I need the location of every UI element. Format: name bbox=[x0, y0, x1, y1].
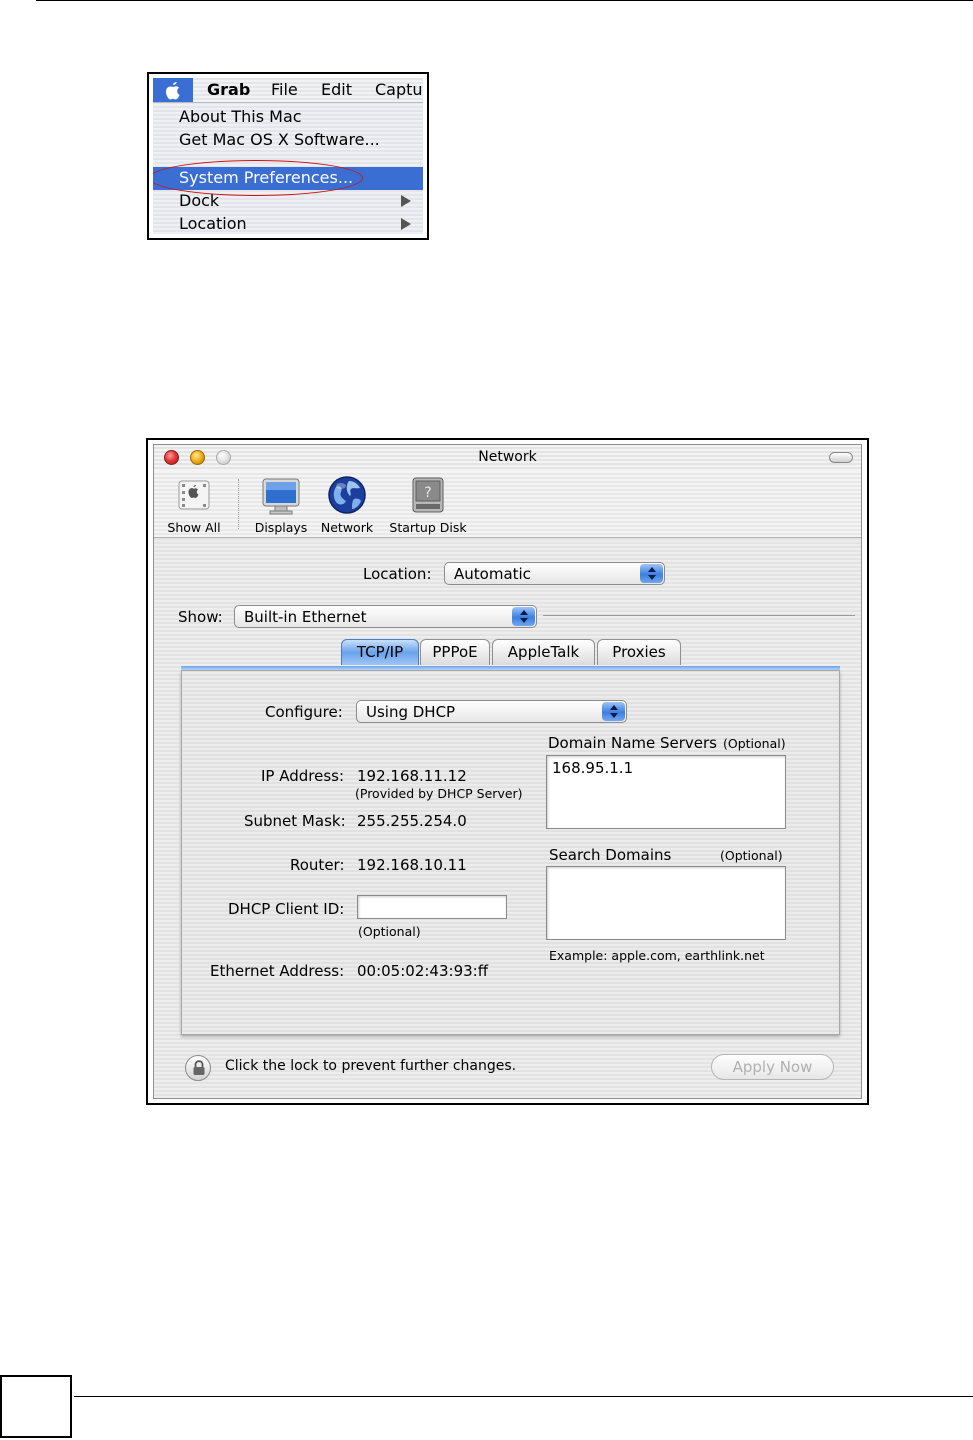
toolbar-label: Displays bbox=[254, 520, 308, 535]
toolbar: Show All Displays Network ? Startup Disk bbox=[154, 471, 861, 538]
toolbar-toggle-button[interactable] bbox=[829, 452, 853, 463]
lock-icon bbox=[193, 1060, 205, 1075]
tab-pppoe[interactable]: PPPoE bbox=[420, 639, 490, 665]
toolbar-startup-disk[interactable]: ? Startup Disk bbox=[386, 475, 470, 535]
displays-icon bbox=[260, 475, 302, 515]
window-title: Network bbox=[478, 449, 537, 465]
dhcp-client-id-label: DHCP Client ID: bbox=[228, 900, 345, 918]
search-domains-example: Example: apple.com, earthlink.net bbox=[549, 948, 765, 963]
router-value: 192.168.10.11 bbox=[357, 856, 467, 874]
ethernet-address-label: Ethernet Address: bbox=[210, 962, 345, 980]
ethernet-address-value: 00:05:02:43:93:ff bbox=[357, 962, 489, 980]
search-domains-field[interactable] bbox=[546, 866, 786, 940]
popup-arrows-icon bbox=[640, 564, 663, 583]
search-domains-label: Search Domains bbox=[549, 846, 672, 864]
toolbar-label: Show All bbox=[167, 520, 221, 535]
svg-text:?: ? bbox=[424, 485, 431, 501]
toolbar-network[interactable]: Network bbox=[318, 475, 376, 535]
popup-arrows-icon bbox=[512, 607, 535, 626]
submenu-arrow-icon bbox=[401, 218, 411, 230]
dns-optional-note: (Optional) bbox=[723, 736, 786, 751]
toolbar-label: Startup Disk bbox=[389, 520, 467, 535]
title-bar[interactable]: Network bbox=[154, 445, 861, 471]
tab-proxies[interactable]: Proxies bbox=[597, 639, 681, 665]
separator-line bbox=[543, 615, 855, 616]
subnet-mask-label: Subnet Mask: bbox=[244, 812, 346, 830]
location-value: Automatic bbox=[454, 565, 531, 583]
lock-message: Click the lock to prevent further change… bbox=[225, 1058, 517, 1074]
ip-address-value: 192.168.11.12 bbox=[357, 767, 467, 785]
network-window: Network Show All Displays Network ? Star… bbox=[153, 444, 862, 1099]
router-label: Router: bbox=[290, 856, 345, 874]
ip-address-note: (Provided by DHCP Server) bbox=[355, 786, 523, 801]
tab-tcpip[interactable]: TCP/IP bbox=[341, 639, 419, 665]
network-window-screenshot: Network Show All Displays Network ? Star… bbox=[146, 438, 869, 1105]
apple-menu: Grab File Edit Captu About This Mac Get … bbox=[153, 78, 423, 234]
dns-servers-value: 168.95.1.1 bbox=[552, 759, 634, 777]
configure-popup[interactable]: Using DHCP bbox=[356, 700, 627, 723]
menubar-file[interactable]: File bbox=[271, 80, 298, 99]
highlight-oval bbox=[153, 160, 363, 196]
top-rule bbox=[36, 0, 973, 1]
show-popup[interactable]: Built-in Ethernet bbox=[234, 605, 537, 628]
subnet-mask-value: 255.255.254.0 bbox=[357, 812, 467, 830]
apply-now-button[interactable]: Apply Now bbox=[711, 1054, 834, 1080]
menu-item-label: Get Mac OS X Software... bbox=[179, 130, 380, 149]
location-popup[interactable]: Automatic bbox=[444, 562, 665, 585]
toolbar-separator bbox=[238, 479, 239, 529]
tab-appletalk[interactable]: AppleTalk bbox=[492, 639, 595, 665]
show-value: Built-in Ethernet bbox=[244, 608, 367, 626]
globe-icon bbox=[327, 475, 367, 515]
submenu-arrow-icon bbox=[401, 195, 411, 207]
page-number-box bbox=[0, 1375, 72, 1438]
show-all-icon bbox=[174, 475, 214, 515]
menu-item-label: Location bbox=[179, 214, 247, 233]
bottom-rule bbox=[74, 1396, 973, 1397]
menu-item-label: About This Mac bbox=[179, 107, 302, 126]
show-label: Show: bbox=[178, 608, 223, 626]
toolbar-label: Network bbox=[320, 520, 374, 535]
ip-address-label: IP Address: bbox=[261, 767, 345, 785]
startup-disk-icon: ? bbox=[408, 475, 448, 515]
menubar: Grab File Edit Captu bbox=[153, 78, 423, 103]
dns-servers-field[interactable]: 168.95.1.1 bbox=[546, 755, 786, 829]
configure-label: Configure: bbox=[265, 703, 343, 721]
search-domains-optional-note: (Optional) bbox=[720, 848, 783, 863]
popup-arrows-icon bbox=[602, 702, 625, 721]
menu-item-location[interactable]: Location bbox=[153, 213, 423, 234]
configure-value: Using DHCP bbox=[366, 703, 456, 721]
dhcp-client-id-note: (Optional) bbox=[358, 924, 421, 939]
dhcp-client-id-field[interactable] bbox=[357, 895, 507, 919]
tcpip-panel: Configure: Using DHCP IP Address: 192.16… bbox=[181, 670, 840, 1035]
menu-item-about-this-mac[interactable]: About This Mac bbox=[153, 106, 423, 129]
toolbar-show-all[interactable]: Show All bbox=[164, 475, 224, 535]
lock-button[interactable] bbox=[185, 1055, 211, 1081]
apple-menu-button[interactable] bbox=[153, 78, 193, 102]
location-label: Location: bbox=[363, 565, 432, 583]
apple-menu-screenshot: Grab File Edit Captu About This Mac Get … bbox=[147, 72, 429, 240]
apple-logo-icon bbox=[166, 82, 180, 100]
menubar-app-name[interactable]: Grab bbox=[207, 80, 250, 99]
toolbar-displays[interactable]: Displays bbox=[250, 475, 312, 535]
menubar-capture[interactable]: Captu bbox=[375, 80, 423, 99]
menu-item-get-software[interactable]: Get Mac OS X Software... bbox=[153, 129, 423, 152]
menubar-edit[interactable]: Edit bbox=[321, 80, 352, 99]
dns-label: Domain Name Servers bbox=[548, 734, 717, 752]
